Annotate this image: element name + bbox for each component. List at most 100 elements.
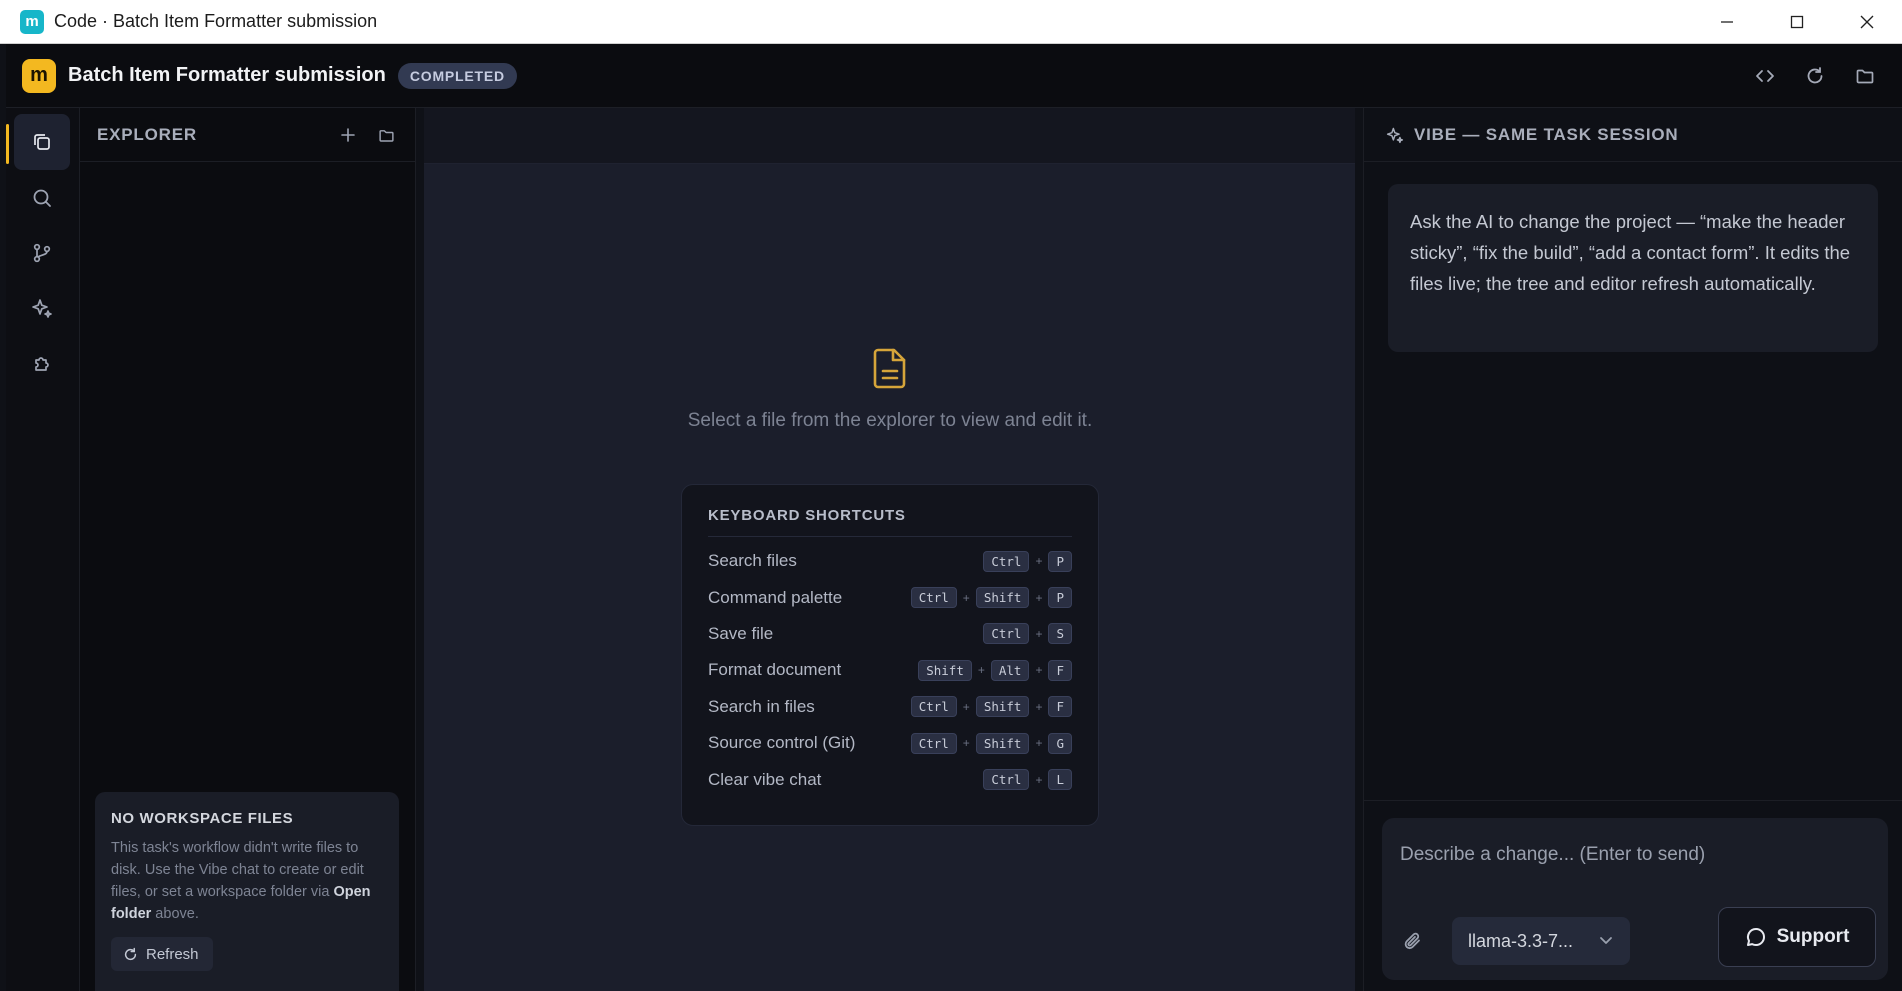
vibe-header: VIBE — SAME TASK SESSION xyxy=(1364,108,1902,162)
status-badge: COMPLETED xyxy=(397,62,517,89)
editor-area: Select a file from the explorer to view … xyxy=(424,108,1355,991)
key-separator: + xyxy=(1035,590,1043,605)
git-branch-icon xyxy=(33,243,51,263)
key-separator: + xyxy=(962,699,970,714)
new-file-button[interactable] xyxy=(329,116,367,154)
shortcut-keys: Ctrl + S xyxy=(983,623,1072,645)
maximize-button[interactable] xyxy=(1762,0,1832,44)
shortcut-keys: Ctrl + L xyxy=(983,769,1072,791)
folder-icon xyxy=(1856,69,1874,84)
key-separator: + xyxy=(1035,772,1043,787)
key-cap: Ctrl xyxy=(983,623,1030,645)
shortcut-row: Source control (Git) Ctrl + Shift + G xyxy=(708,725,1072,761)
shortcut-row: Search in files Ctrl + Shift + F xyxy=(708,689,1072,725)
key-cap: Shift xyxy=(975,587,1030,609)
activity-extensions[interactable] xyxy=(14,335,70,391)
key-separator: + xyxy=(977,663,985,678)
key-cap: Ctrl xyxy=(910,587,957,609)
search-icon xyxy=(33,189,51,207)
activity-vibe[interactable] xyxy=(14,280,70,336)
project-title: Batch Item Formatter submission xyxy=(68,64,386,86)
key-separator: + xyxy=(1035,736,1043,751)
code-icon xyxy=(1756,70,1774,82)
shortcut-label: Command palette xyxy=(708,587,843,607)
new-folder-button[interactable] xyxy=(367,116,405,154)
shortcut-row: Search files Ctrl + P xyxy=(708,543,1072,579)
explorer-title: EXPLORER xyxy=(97,124,197,144)
shortcut-label: Search files xyxy=(708,551,797,571)
shortcut-row: Save file Ctrl + S xyxy=(708,616,1072,652)
shortcut-label: Clear vibe chat xyxy=(708,769,822,789)
close-icon xyxy=(1860,15,1874,29)
key-cap: Ctrl xyxy=(983,769,1030,791)
model-select-value: llama-3.3-7... xyxy=(1468,930,1574,951)
shortcut-keys: Shift + Alt + F xyxy=(918,659,1072,681)
vibe-composer: Describe a change... (Enter to send) lla… xyxy=(1382,818,1888,980)
key-cap: P xyxy=(1048,587,1072,609)
header-actions xyxy=(1740,44,1890,108)
shortcut-label: Source control (Git) xyxy=(708,733,856,753)
close-window-button[interactable] xyxy=(1832,0,1902,44)
refresh-label: Refresh xyxy=(146,945,199,963)
plus-icon xyxy=(341,128,355,142)
support-button[interactable]: Support xyxy=(1718,907,1876,967)
key-cap: G xyxy=(1048,732,1072,754)
shortcut-keys: Ctrl + P xyxy=(983,550,1072,572)
files-icon xyxy=(34,134,50,150)
chat-bubble-icon xyxy=(1745,926,1767,948)
key-separator: + xyxy=(962,736,970,751)
key-cap: S xyxy=(1048,623,1072,645)
refresh-icon xyxy=(123,947,138,962)
reload-button[interactable] xyxy=(1790,56,1840,96)
no-files-title: NO WORKSPACE FILES xyxy=(111,810,294,827)
refresh-icon xyxy=(1807,67,1823,84)
shortcut-keys: Ctrl + Shift + P xyxy=(910,587,1072,609)
attach-button[interactable] xyxy=(1402,930,1424,957)
composer-divider xyxy=(1364,800,1902,801)
explorer-header: EXPLORER xyxy=(80,108,415,162)
key-cap: F xyxy=(1048,696,1072,718)
window-title: Code · Batch Item Formatter submission xyxy=(54,11,378,31)
key-separator: + xyxy=(1035,554,1043,569)
toggle-code-button[interactable] xyxy=(1740,56,1790,96)
shortcuts-title: KEYBOARD SHORTCUTS xyxy=(708,507,1072,537)
key-cap: Alt xyxy=(990,659,1030,681)
key-cap: L xyxy=(1048,769,1072,791)
shortcut-label: Save file xyxy=(708,623,774,643)
explorer-actions xyxy=(329,116,405,154)
empty-editor-message: Select a file from the explorer to view … xyxy=(687,410,1093,431)
file-text-icon xyxy=(870,346,910,395)
activity-explorer[interactable] xyxy=(14,114,70,170)
key-cap: Ctrl xyxy=(910,696,957,718)
key-cap: Shift xyxy=(975,696,1030,718)
explorer-panel: EXPLORER NO WORKSPACE FILES This task's … xyxy=(80,108,416,991)
activity-search[interactable] xyxy=(14,170,70,226)
chevron-down-icon xyxy=(1598,932,1614,953)
window-controls xyxy=(1692,0,1902,44)
shortcut-keys: Ctrl + Shift + F xyxy=(910,696,1072,718)
shortcut-label: Search in files xyxy=(708,696,815,716)
vibe-title: VIBE — SAME TASK SESSION xyxy=(1414,124,1679,144)
app-header: m Batch Item Formatter submission COMPLE… xyxy=(6,44,1902,108)
activity-source-control[interactable] xyxy=(14,225,70,281)
open-folder-button[interactable] xyxy=(1840,56,1890,96)
no-files-description: This task's workflow didn't write files … xyxy=(111,837,383,925)
minimize-button[interactable] xyxy=(1692,0,1762,44)
key-cap: Ctrl xyxy=(910,732,957,754)
vibe-intro-message: Ask the AI to change the project — “make… xyxy=(1388,184,1878,352)
key-cap: Ctrl xyxy=(983,550,1030,572)
editor-tab-strip xyxy=(424,108,1355,164)
sparkle-icon xyxy=(32,299,52,318)
message-input[interactable]: Describe a change... (Enter to send) xyxy=(1400,844,1705,866)
puzzle-icon xyxy=(35,357,49,371)
minimize-icon xyxy=(1721,21,1733,23)
model-select[interactable]: llama-3.3-7... xyxy=(1452,917,1630,965)
key-cap: P xyxy=(1048,550,1072,572)
refresh-button[interactable]: Refresh xyxy=(111,937,213,971)
shortcut-label: Format document xyxy=(708,660,842,680)
sparkle-icon xyxy=(1386,127,1404,143)
shortcut-row: Clear vibe chat Ctrl + L xyxy=(708,761,1072,797)
no-files-text: This task's workflow didn't write files … xyxy=(111,840,364,900)
window-titlebar: m Code · Batch Item Formatter submission xyxy=(0,0,1902,44)
key-cap: Shift xyxy=(918,659,972,681)
